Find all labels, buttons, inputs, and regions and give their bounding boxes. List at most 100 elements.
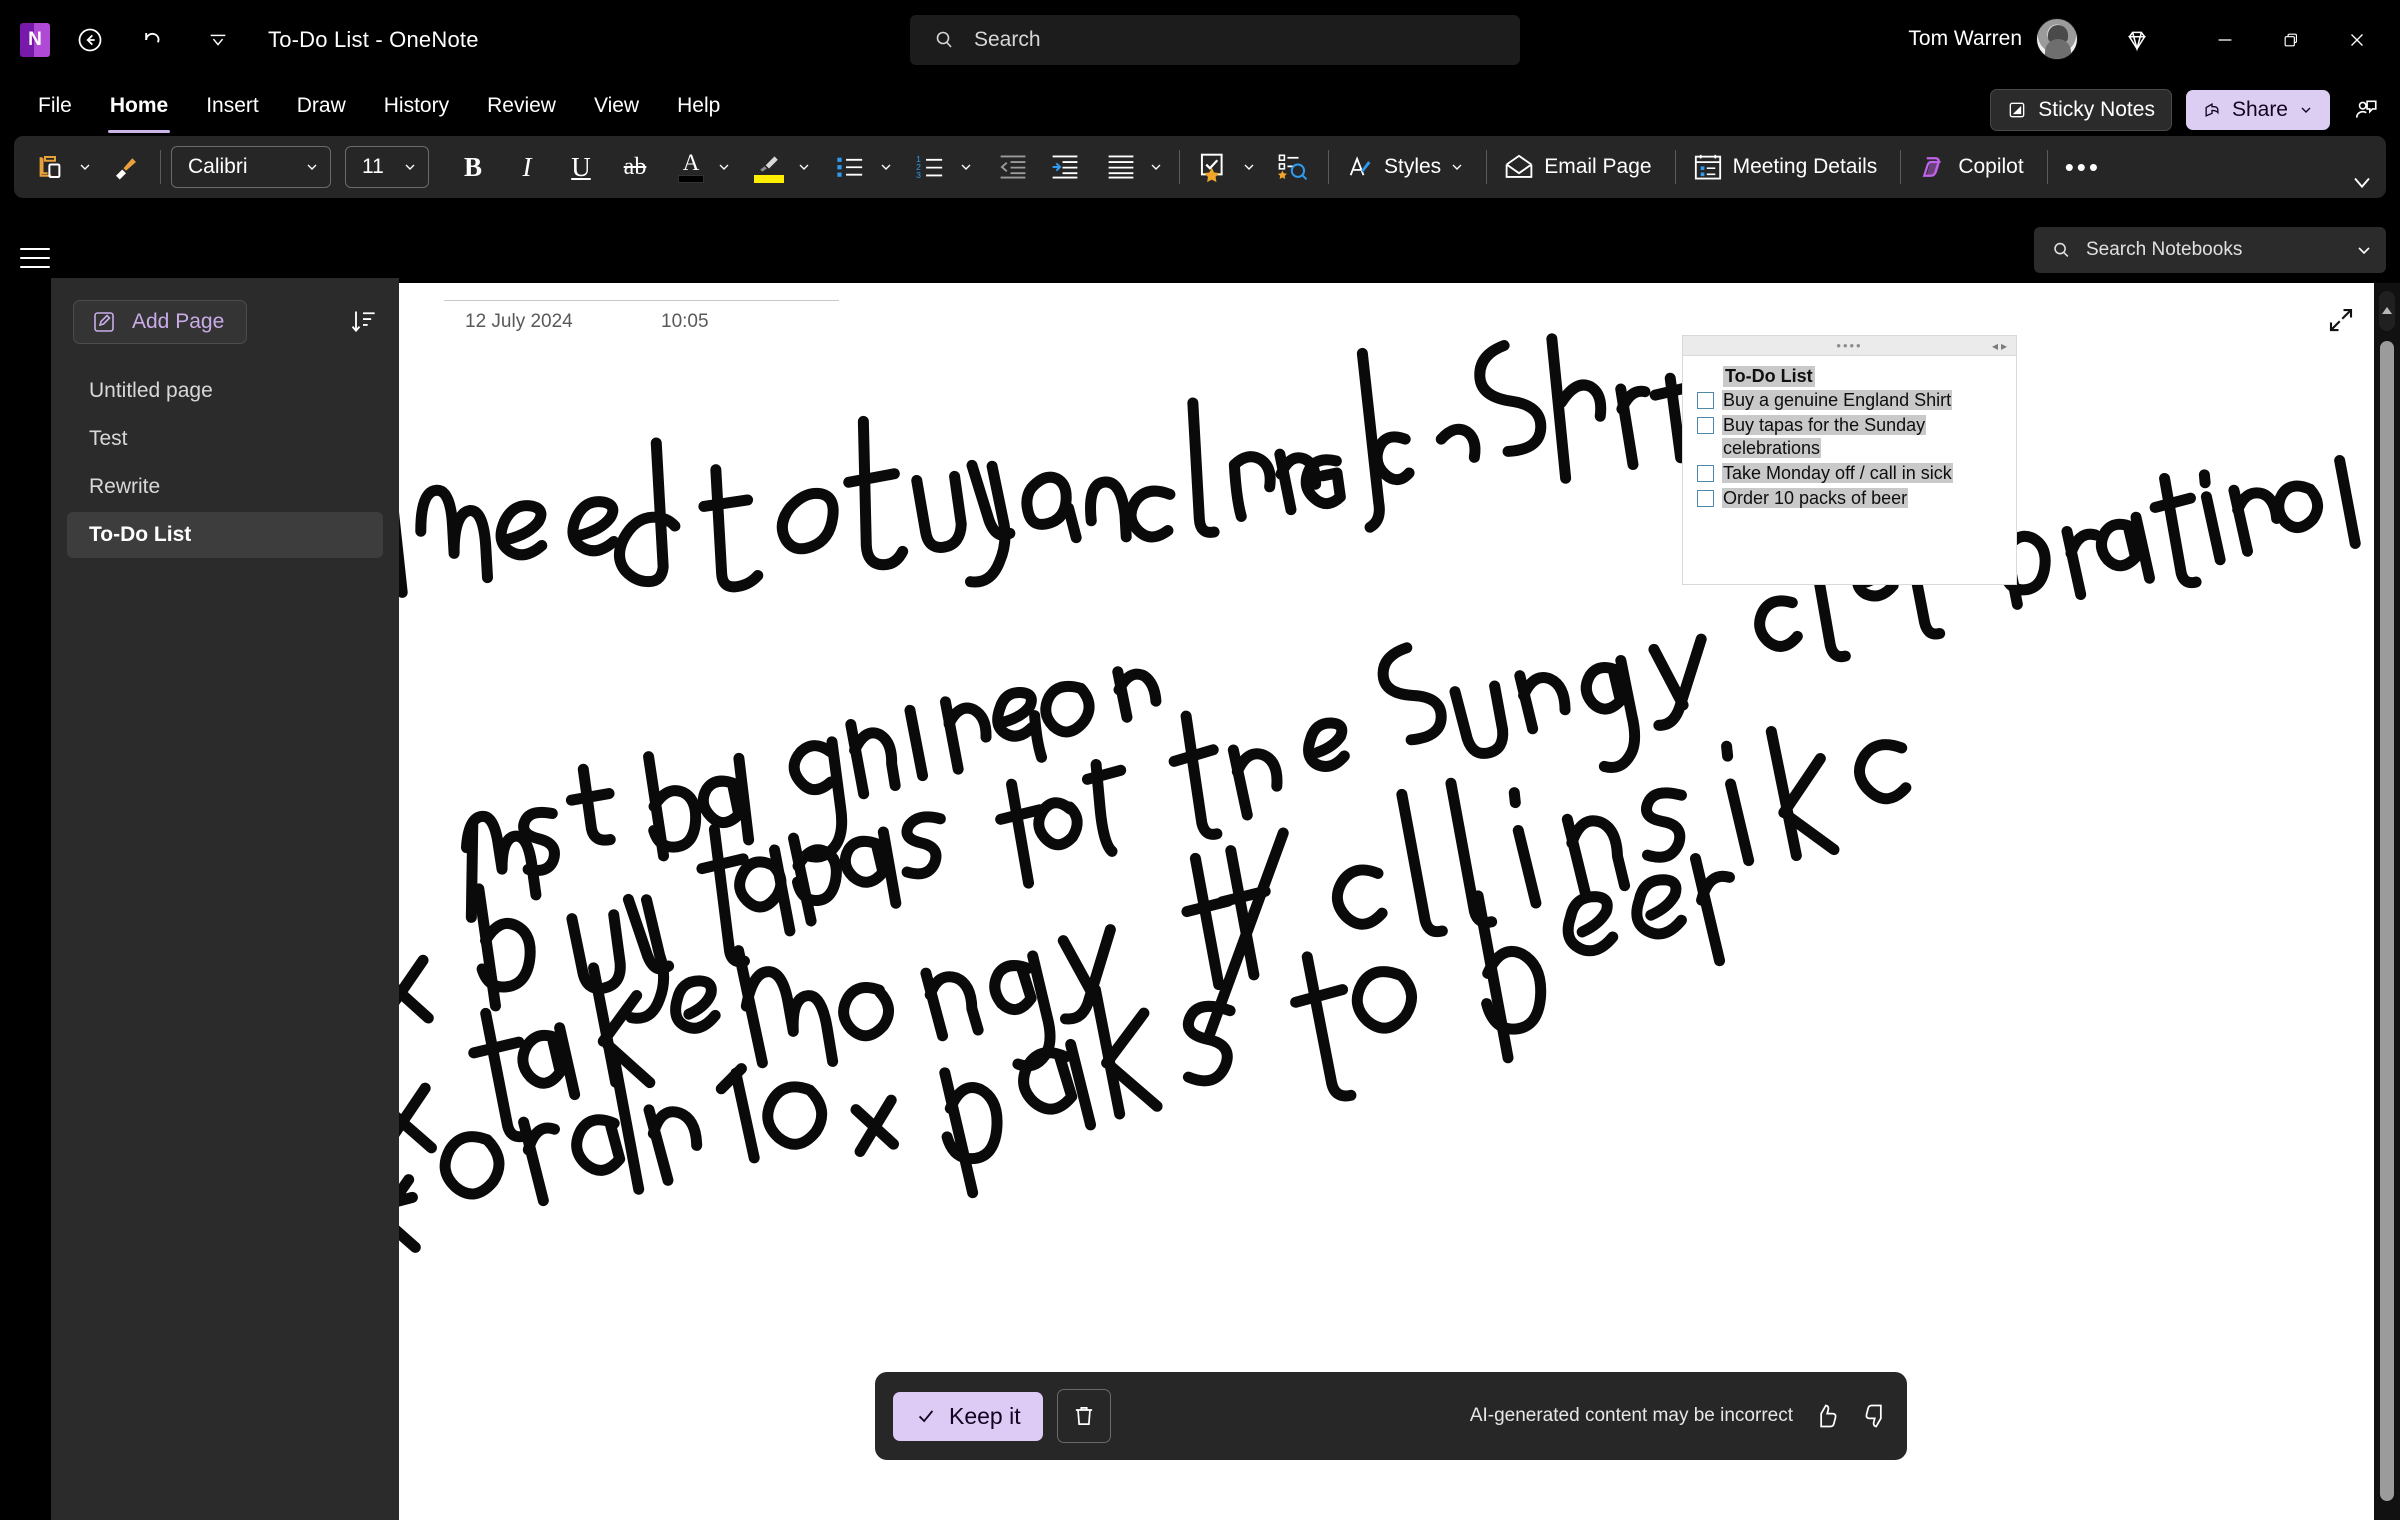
decrease-indent-button[interactable] (991, 145, 1035, 189)
sidebar-item-untitled-page[interactable]: Untitled page (67, 368, 383, 414)
menu-view[interactable]: View (592, 88, 641, 124)
search-box[interactable]: Search (910, 15, 1520, 65)
styles-button[interactable]: Styles (1339, 145, 1472, 189)
trash-icon (1071, 1403, 1097, 1429)
search-icon (932, 28, 956, 52)
find-tags-button[interactable] (1270, 145, 1316, 189)
sticky-notes-button[interactable]: Sticky Notes (1990, 89, 2172, 131)
align-chevron-icon[interactable] (1143, 159, 1169, 175)
back-button[interactable] (68, 18, 112, 62)
todo-label: Order 10 packs of beer (1722, 488, 1909, 508)
menu-review[interactable]: Review (485, 88, 558, 124)
todo-item[interactable]: Order 10 packs of beer (1697, 487, 2016, 510)
align-button[interactable] (1099, 145, 1143, 189)
strikethrough-label: ab (623, 153, 647, 180)
person-chat-icon[interactable] (2344, 88, 2388, 132)
scroll-up-button[interactable] (2379, 291, 2395, 331)
todo-checkbox[interactable] (1697, 392, 1714, 409)
vertical-scrollbar[interactable] (2374, 283, 2400, 1520)
font-color-button[interactable]: A (671, 145, 711, 189)
menu-insert[interactable]: Insert (204, 88, 261, 124)
account-area[interactable]: Tom Warren (1908, 18, 2078, 60)
menu-help[interactable]: Help (675, 88, 722, 124)
thumbs-up-icon[interactable] (1813, 1402, 1841, 1430)
highlight-button[interactable] (747, 145, 791, 189)
note-canvas[interactable]: 12 July 2024 10:05 •••• ◂▸ To-Do List Bu… (399, 283, 2374, 1520)
decrease-indent-icon (998, 154, 1028, 180)
font-color-chevron-icon[interactable] (711, 159, 737, 175)
share-button[interactable]: Share (2185, 90, 2330, 130)
tags-chevron-icon[interactable] (1236, 159, 1262, 175)
todo-item[interactable]: Buy a genuine England Shirt (1697, 389, 2016, 412)
search-notebooks-input[interactable]: Search Notebooks (2034, 227, 2386, 273)
highlight-swatch (754, 174, 784, 183)
scrollbar-thumb[interactable] (2380, 341, 2394, 1501)
avatar[interactable] (2036, 18, 2078, 60)
tags-button[interactable] (1190, 145, 1236, 189)
highlight-chevron-icon[interactable] (791, 159, 817, 175)
font-name-select[interactable]: Calibri (171, 146, 331, 188)
note-container-header[interactable]: •••• ◂▸ (1683, 336, 2016, 356)
restore-button[interactable] (2258, 15, 2324, 65)
paste-options-chevron-icon[interactable] (72, 159, 98, 175)
format-painter-button[interactable] (104, 145, 148, 189)
email-page-button[interactable]: Email Page (1497, 145, 1658, 189)
increase-indent-button[interactable] (1043, 145, 1087, 189)
search-placeholder: Search (974, 28, 1041, 51)
add-page-button[interactable]: Add Page (73, 300, 248, 344)
sidebar-toolbar: Add Page (51, 278, 399, 344)
bold-button[interactable]: B (453, 145, 493, 189)
email-page-label: Email Page (1544, 155, 1652, 178)
navigation-toggle-button[interactable] (12, 238, 58, 278)
bullet-list-chevron-icon[interactable] (873, 159, 899, 175)
italic-button[interactable]: I (507, 145, 547, 189)
collapse-ribbon-button[interactable] (2348, 168, 2376, 196)
sort-pages-button[interactable] (349, 308, 377, 336)
menu-home[interactable]: Home (107, 88, 171, 133)
paste-button[interactable] (28, 145, 72, 189)
menu-history[interactable]: History (382, 88, 451, 124)
strikethrough-button[interactable]: ab (615, 145, 655, 189)
note-container-body[interactable]: To-Do List Buy a genuine England Shirt B… (1683, 356, 2016, 510)
window-controls[interactable] (2192, 15, 2390, 65)
menu-draw[interactable]: Draw (295, 88, 348, 124)
todo-checkbox[interactable] (1697, 417, 1714, 434)
drag-grip-icon[interactable]: •••• (1836, 339, 1862, 352)
close-button[interactable] (2324, 15, 2390, 65)
styles-icon (1346, 153, 1374, 181)
resize-arrows-icon[interactable]: ◂▸ (1992, 339, 2010, 353)
sidebar-item-test[interactable]: Test (67, 416, 383, 462)
todo-checkbox[interactable] (1697, 490, 1714, 507)
customize-quick-access-button[interactable] (196, 18, 240, 62)
diamond-icon[interactable] (2104, 15, 2170, 65)
todo-item[interactable]: Take Monday off / call in sick (1697, 462, 2016, 485)
thumbs-down-icon[interactable] (1861, 1402, 1889, 1430)
meeting-details-button[interactable]: Meeting Details (1686, 145, 1885, 189)
numbered-list-chevron-icon[interactable] (953, 159, 979, 175)
underline-button[interactable]: U (561, 145, 601, 189)
ai-feedback-area: AI-generated content may be incorrect (1470, 1402, 1889, 1430)
title-bar: N To-Do List - OneNote Search Tom Warren (0, 0, 2400, 80)
more-options-button[interactable]: ••• (2058, 145, 2108, 189)
copilot-button[interactable]: Copilot (1911, 145, 2030, 189)
font-size-select[interactable]: 11 (345, 146, 429, 188)
menu-file[interactable]: File (36, 88, 74, 124)
hamburger-line (20, 257, 50, 259)
keep-it-button[interactable]: Keep it (893, 1391, 1043, 1441)
chevron-down-icon[interactable] (2354, 240, 2374, 260)
ai-suggestion-toolbar: Keep it AI-generated content may be inco… (875, 1372, 1907, 1460)
numbered-list-button[interactable]: 1 2 3 (909, 145, 953, 189)
hamburger-line (20, 266, 50, 268)
minimize-button[interactable] (2192, 15, 2258, 65)
undo-button[interactable] (130, 18, 174, 62)
todo-checkbox[interactable] (1697, 465, 1714, 482)
numbered-list-icon: 1 2 3 (916, 154, 946, 180)
discard-button[interactable] (1056, 1389, 1111, 1443)
bullet-list-button[interactable] (829, 145, 873, 189)
converted-note-container[interactable]: •••• ◂▸ To-Do List Buy a genuine England… (1682, 335, 2017, 585)
bullet-list-icon (836, 154, 866, 180)
sidebar-item-to-do-list[interactable]: To-Do List (67, 512, 383, 558)
todo-item[interactable]: Buy tapas for the Sunday celebrations (1697, 414, 2016, 460)
copilot-icon (1918, 152, 1948, 182)
sidebar-item-rewrite[interactable]: Rewrite (67, 464, 383, 510)
